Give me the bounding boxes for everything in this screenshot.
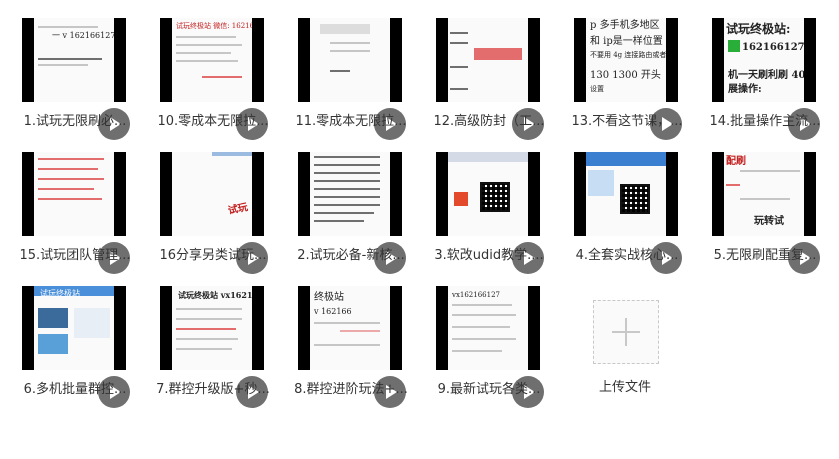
file-title[interactable]: 9.最新试玩各类... (426, 378, 552, 397)
video-thumbnail (436, 152, 540, 236)
video-tile[interactable]: p 多手机多地区 和 ip是一样位置 不要用 4g 连接路由或者 130 130… (564, 18, 684, 140)
video-thumbnail (574, 152, 678, 236)
video-thumbnail: 一 v 162166127 (22, 18, 126, 102)
file-title[interactable]: 6.多机批量群控... (12, 378, 138, 397)
video-thumbnail (298, 18, 402, 102)
upload-label[interactable]: 上传文件 (570, 376, 680, 395)
video-thumbnail (298, 152, 402, 236)
video-tile[interactable]: 试玩终极站 微信: 162166127 10.零成本无限拉... (150, 18, 270, 140)
file-title[interactable]: 12.高级防封（工... (426, 110, 552, 129)
video-thumbnail: 试玩终极站 vx162166127 (160, 286, 264, 370)
file-title[interactable]: 2.试玩必备-新核... (288, 244, 414, 263)
video-tile[interactable]: 终极站 v 162166 8.群控进阶玩法+... (288, 286, 408, 408)
video-tile[interactable]: 配刷 玩转试 5.无限刷配重复... (702, 152, 822, 274)
video-thumbnail (436, 18, 540, 102)
video-thumbnail (22, 152, 126, 236)
video-tile[interactable]: 3.软改udid教学.... (426, 152, 546, 274)
file-title[interactable]: 4.全套实战核心... (564, 244, 690, 263)
video-thumbnail: p 多手机多地区 和 ip是一样位置 不要用 4g 连接路由或者 130 130… (574, 18, 678, 102)
file-title[interactable]: 5.无限刷配重复... (702, 244, 828, 263)
video-tile[interactable]: 4.全套实战核心... (564, 152, 684, 274)
file-title[interactable]: 8.群控进阶玩法+... (288, 378, 414, 397)
video-tile[interactable]: 15.试玩团队管理... (12, 152, 132, 274)
video-thumbnail: 试玩终极站 (22, 286, 126, 370)
video-tile[interactable]: vx162166127 9.最新试玩各类... (426, 286, 546, 408)
video-tile[interactable]: 试玩终极站 vx162166127 7.群控升级版+秒... (150, 286, 270, 408)
file-title[interactable]: 16分享另类试玩... (150, 244, 276, 263)
upload-button[interactable] (593, 300, 659, 364)
file-title[interactable]: 13.不看这节课，... (564, 110, 690, 129)
file-title[interactable]: 15.试玩团队管理... (12, 244, 138, 263)
video-tile[interactable]: 12.高级防封（工... (426, 18, 546, 140)
video-thumbnail: 试玩 (160, 152, 264, 236)
video-thumbnail: 配刷 玩转试 (712, 152, 816, 236)
video-thumbnail: 试玩终极站: 162166127 机一天刷利刷 40+ 展操作: (712, 18, 816, 102)
video-thumbnail: 终极站 v 162166 (298, 286, 402, 370)
video-tile[interactable]: 11.零成本无限拉... (288, 18, 408, 140)
file-grid: 一 v 162166127 1.试玩无限刷必... 试玩终极站 微信: 1621… (0, 0, 839, 459)
file-title[interactable]: 7.群控升级版+秒... (150, 378, 276, 397)
file-title[interactable]: 3.软改udid教学.... (426, 244, 552, 263)
file-title[interactable]: 14.批量操作主流... (702, 110, 828, 129)
file-title[interactable]: 11.零成本无限拉... (288, 110, 414, 129)
file-title[interactable]: 10.零成本无限拉... (150, 110, 276, 129)
video-tile[interactable]: 一 v 162166127 1.试玩无限刷必... (12, 18, 132, 140)
video-thumbnail: vx162166127 (436, 286, 540, 370)
file-title[interactable]: 1.试玩无限刷必... (12, 110, 138, 129)
video-tile[interactable]: 试玩终极站: 162166127 机一天刷利刷 40+ 展操作: 14.批量操作… (702, 18, 822, 140)
video-tile[interactable]: 试玩终极站 6.多机批量群控... (12, 286, 132, 408)
video-tile[interactable]: 2.试玩必备-新核... (288, 152, 408, 274)
video-thumbnail: 试玩终极站 微信: 162166127 (160, 18, 264, 102)
video-tile[interactable]: 试玩 16分享另类试玩... (150, 152, 270, 274)
